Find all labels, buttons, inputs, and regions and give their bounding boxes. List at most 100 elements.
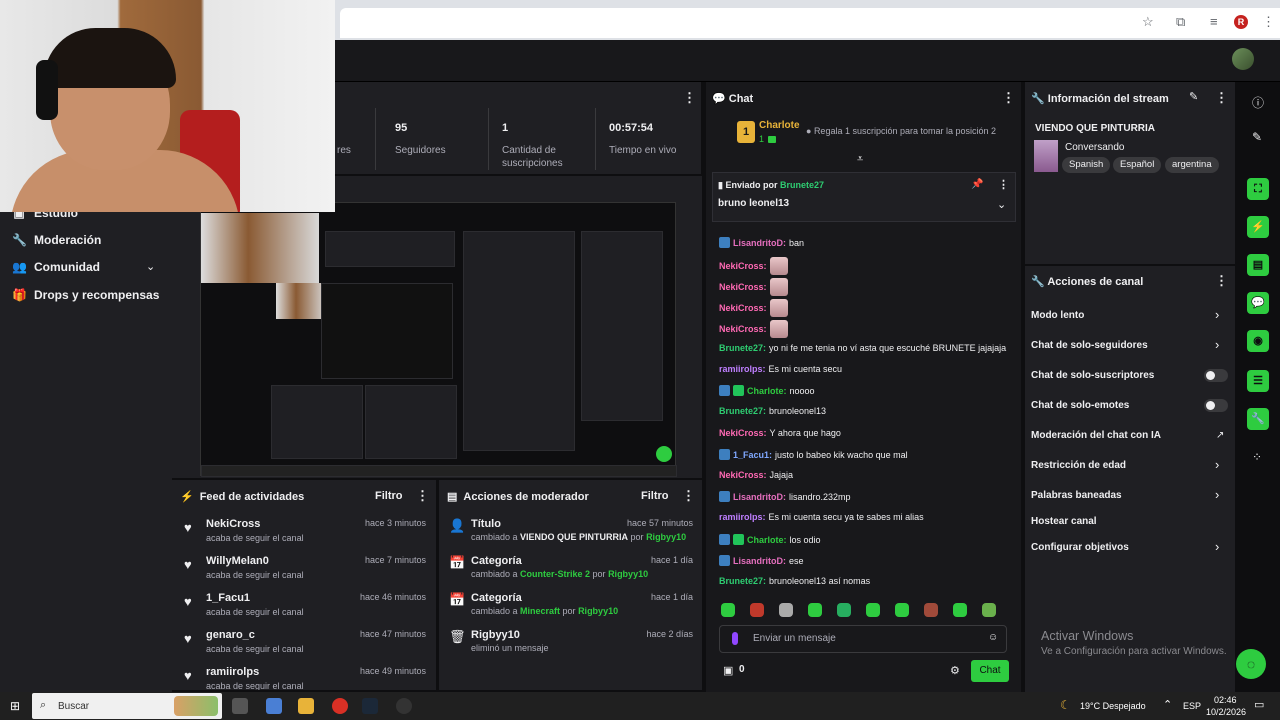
avatar[interactable] bbox=[1232, 48, 1254, 70]
chevron-down-icon[interactable]: ⌄ bbox=[146, 260, 155, 273]
chevron-right-icon[interactable]: › bbox=[1215, 307, 1219, 322]
list-item[interactable]: ♥ WillyMelan0 acaba de seguir el canal h… bbox=[172, 555, 434, 591]
chat-message[interactable]: ramiirolps: Es mi cuenta secu bbox=[719, 364, 842, 374]
emote-icon[interactable] bbox=[779, 603, 793, 617]
emote-icon[interactable] bbox=[924, 603, 938, 617]
chat-message[interactable]: Brunete27: brunoleonel13 bbox=[719, 406, 826, 416]
action-ai-moderation[interactable]: Moderación del chat con IA bbox=[1031, 430, 1161, 441]
chat-icon[interactable]: 💬 bbox=[1247, 292, 1269, 314]
language-indicator[interactable]: ESP bbox=[1183, 701, 1201, 711]
chat-message[interactable]: LisandritoD: lisandro.232mp bbox=[719, 491, 851, 502]
chat-input[interactable]: Enviar un mensaje ☺ bbox=[719, 625, 1007, 653]
leader-name[interactable]: Charlote bbox=[759, 120, 800, 131]
action-age-restriction[interactable]: Restricción de edad bbox=[1031, 460, 1126, 471]
chat-message[interactable]: NekiCross: bbox=[719, 320, 788, 338]
chat-username[interactable]: LisandritoD: bbox=[733, 238, 786, 248]
steam-icon[interactable] bbox=[362, 698, 378, 714]
more-icon[interactable]: ⋮ bbox=[682, 488, 695, 504]
emote-icon[interactable] bbox=[982, 603, 996, 617]
clock-time[interactable]: 02:46 bbox=[1214, 695, 1237, 705]
pencil-icon[interactable]: ✎ bbox=[1252, 130, 1262, 144]
action-host-channel[interactable]: Hostear canal bbox=[1031, 516, 1097, 527]
chat-username[interactable]: Charlote: bbox=[747, 535, 787, 545]
notes-icon[interactable]: ▤ bbox=[1247, 254, 1269, 276]
notification-icon[interactable]: ▭ bbox=[1254, 698, 1264, 711]
stream-category[interactable]: Conversando bbox=[1065, 142, 1124, 153]
emote-icon[interactable] bbox=[895, 603, 909, 617]
tag-chip[interactable]: argentina bbox=[1165, 157, 1219, 173]
nav-item-drops[interactable]: 🎁 Drops y recompensas bbox=[12, 288, 159, 302]
action-followers-only[interactable]: Chat de solo-seguidores bbox=[1031, 340, 1148, 351]
chat-message[interactable]: NekiCross: Y ahora que hago bbox=[719, 428, 841, 438]
store-icon[interactable] bbox=[266, 698, 282, 714]
chat-message[interactable]: Charlote: noooo bbox=[719, 385, 815, 396]
emote-icon[interactable] bbox=[953, 603, 967, 617]
chevron-right-icon[interactable]: › bbox=[1215, 487, 1219, 502]
menu-icon[interactable]: ⋮ bbox=[1262, 14, 1275, 30]
list-item[interactable]: ♥ NekiCross acaba de seguir el canal hac… bbox=[172, 518, 434, 554]
subs-only-toggle[interactable] bbox=[1204, 369, 1228, 382]
extensions-icon[interactable]: ⧉ bbox=[1176, 14, 1185, 30]
chat-message[interactable]: LisandritoD: ese bbox=[719, 555, 804, 566]
list-item[interactable]: 👤 Título cambiado a VIENDO QUE PINTURRIA… bbox=[439, 518, 701, 554]
chat-message[interactable]: NekiCross: bbox=[719, 257, 788, 275]
feed-filter-button[interactable]: Filtro bbox=[375, 490, 403, 502]
chat-username[interactable]: NekiCross: bbox=[719, 303, 767, 313]
more-icon[interactable]: ⋮ bbox=[416, 488, 429, 504]
chat-message[interactable]: Charlote: los odio bbox=[719, 534, 821, 545]
emote-icon[interactable] bbox=[750, 603, 764, 617]
chevron-right-icon[interactable]: › bbox=[1215, 539, 1219, 554]
bolt-icon[interactable]: ⚡ bbox=[1247, 216, 1269, 238]
profile-icon[interactable]: R bbox=[1234, 15, 1248, 29]
chevron-right-icon[interactable]: › bbox=[1215, 457, 1219, 472]
info-icon[interactable]: ⓘ bbox=[1252, 94, 1264, 111]
action-slow-mode[interactable]: Modo lento bbox=[1031, 310, 1084, 321]
chevron-right-icon[interactable]: › bbox=[1215, 337, 1219, 352]
emotes-only-toggle[interactable] bbox=[1204, 399, 1228, 412]
tag-chip[interactable]: Español bbox=[1113, 157, 1162, 173]
gear-icon[interactable]: ⚙ bbox=[950, 664, 960, 677]
chat-username[interactable]: NekiCross: bbox=[719, 282, 767, 292]
list-item[interactable]: 📅 Categoría cambiado a Minecraft por Rig… bbox=[439, 592, 701, 628]
more-icon[interactable]: ⋮ bbox=[683, 90, 696, 106]
chat-message[interactable]: 1_Facu1: justo lo babeo kik wacho que mal bbox=[719, 449, 908, 460]
pin-icon[interactable]: 📌 bbox=[971, 179, 983, 190]
chat-send-button[interactable]: Chat bbox=[971, 660, 1009, 682]
windows-start-icon[interactable]: ⊞ bbox=[10, 699, 20, 713]
emote-bar[interactable] bbox=[721, 603, 1011, 622]
category-art[interactable] bbox=[1034, 140, 1058, 172]
chat-username[interactable]: Brunete27: bbox=[719, 406, 766, 416]
chat-message[interactable]: Brunete27: brunoleonel13 así nomas bbox=[719, 576, 870, 586]
chat-username[interactable]: Brunete27: bbox=[719, 343, 766, 353]
address-bar[interactable] bbox=[340, 8, 1280, 38]
emote-icon[interactable] bbox=[837, 603, 851, 617]
chrome-icon[interactable] bbox=[332, 698, 348, 714]
clock-date[interactable]: 10/2/2026 bbox=[1206, 707, 1246, 717]
tray-chevron-icon[interactable]: ⌃ bbox=[1163, 698, 1172, 711]
chat-username[interactable]: 1_Facu1: bbox=[733, 450, 772, 460]
nav-item-moderation[interactable]: 🔧 Moderación bbox=[12, 233, 101, 247]
more-icon[interactable]: ⋮ bbox=[1002, 90, 1015, 106]
more-icon[interactable]: ⋮ bbox=[1215, 90, 1228, 106]
chat-username[interactable]: Charlote: bbox=[747, 386, 787, 396]
list-item[interactable]: ♥ ramiirolps acaba de seguir el canal ha… bbox=[172, 666, 434, 690]
emote-icon[interactable] bbox=[866, 603, 880, 617]
emoji-icon[interactable]: ☺ bbox=[988, 632, 998, 643]
list-item[interactable]: ♥ 1_Facu1 acaba de seguir el canal hace … bbox=[172, 592, 434, 628]
chat-username[interactable]: NekiCross: bbox=[719, 470, 767, 480]
more-icon[interactable]: ⋮ bbox=[1215, 273, 1228, 289]
chat-username[interactable]: NekiCross: bbox=[719, 428, 767, 438]
chat-message[interactable]: NekiCross: Jajaja bbox=[719, 470, 793, 480]
list-item[interactable]: 📅 Categoría cambiado a Counter-Strike 2 … bbox=[439, 555, 701, 591]
file-explorer-icon[interactable] bbox=[298, 698, 314, 714]
taskbar-search[interactable]: ⌕ Buscar bbox=[32, 693, 222, 719]
emote-icon[interactable] bbox=[808, 603, 822, 617]
weather-text[interactable]: 19°C Despejado bbox=[1080, 701, 1146, 711]
more-icon[interactable]: ⋮ bbox=[998, 178, 1009, 191]
external-link-icon[interactable]: ↗ bbox=[1216, 430, 1224, 441]
broadcast-icon[interactable]: ◉ bbox=[1247, 330, 1269, 352]
chat-message[interactable]: NekiCross: bbox=[719, 278, 788, 296]
emote-icon[interactable] bbox=[721, 603, 735, 617]
chat-username[interactable]: LisandritoD: bbox=[733, 556, 786, 566]
chevron-down-icon[interactable]: ⌄ bbox=[997, 198, 1006, 211]
